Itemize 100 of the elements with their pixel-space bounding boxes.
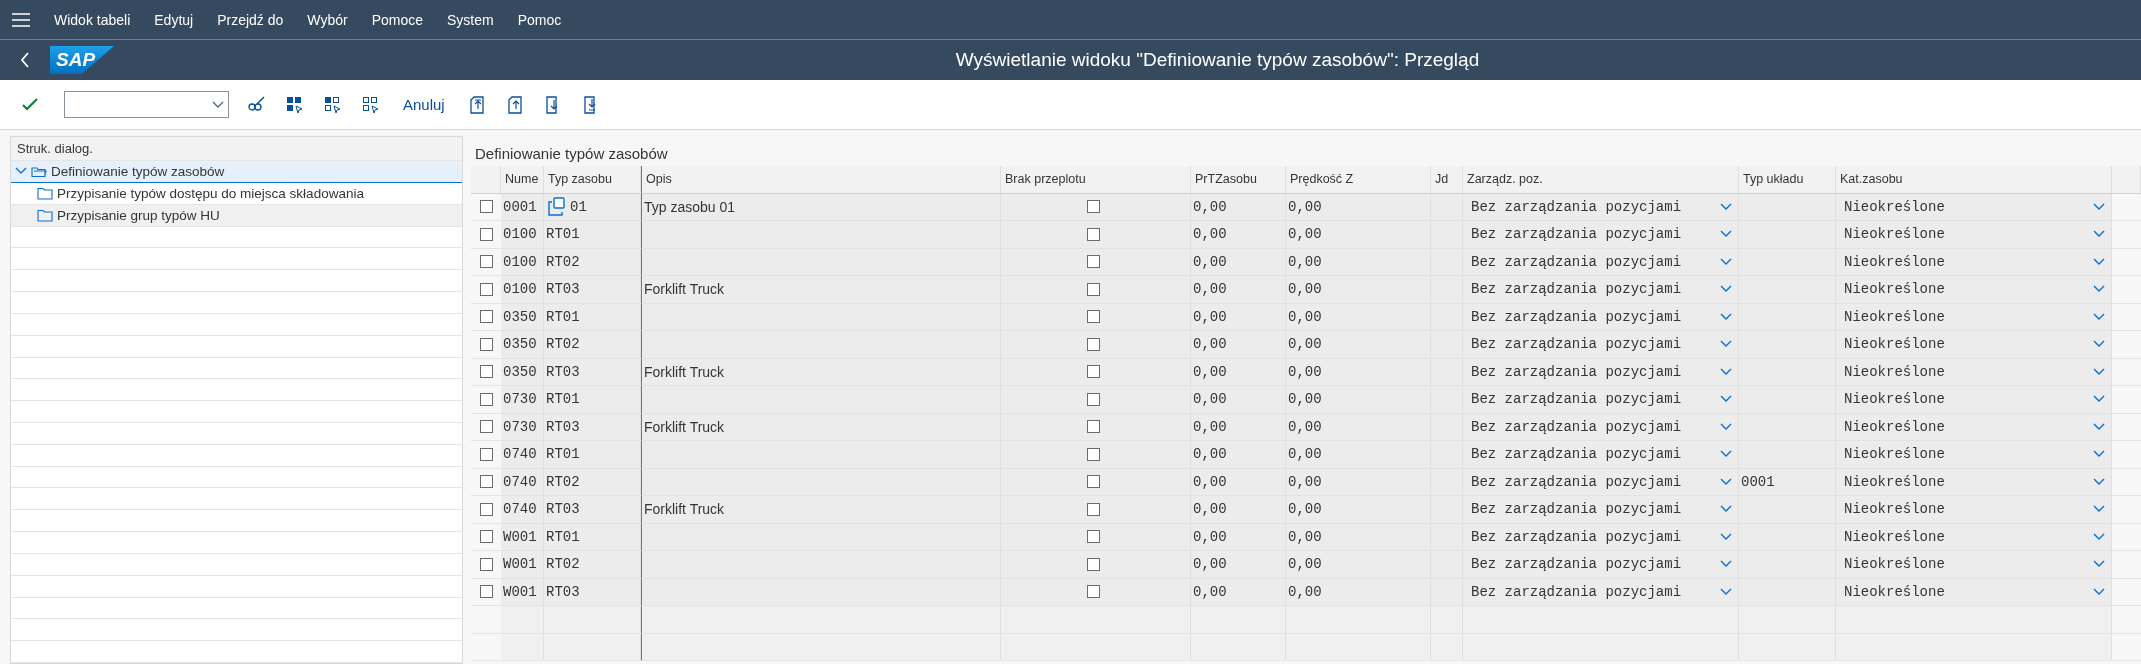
- dropdown-field[interactable]: Nieokreślone: [1836, 386, 2112, 414]
- menu-item[interactable]: Edytuj: [154, 11, 194, 28]
- dropdown-field[interactable]: Nieokreślone: [1836, 523, 2112, 551]
- row-checkbox[interactable]: [479, 530, 493, 544]
- dropdown-field[interactable]: Bez zarządzania pozycjami: [1463, 551, 1739, 579]
- column-header[interactable]: Opis: [641, 166, 1001, 194]
- checkbox[interactable]: [1087, 310, 1100, 324]
- dropdown-field[interactable]: Bez zarządzania pozycjami: [1463, 441, 1739, 469]
- menu-item[interactable]: Pomoce: [371, 11, 424, 28]
- dropdown-field[interactable]: Bez zarządzania pozycjami: [1463, 468, 1739, 496]
- dropdown-field[interactable]: Nieokreślone: [1836, 358, 2112, 386]
- chevron-down-icon[interactable]: [1720, 202, 1732, 211]
- checkbox[interactable]: [1087, 337, 1100, 351]
- dropdown-field[interactable]: Nieokreślone: [1836, 413, 2112, 441]
- chevron-down-icon[interactable]: [2093, 367, 2105, 376]
- copy-icon[interactable]: [546, 195, 568, 218]
- dropdown-field[interactable]: Nieokreślone: [1836, 551, 2112, 579]
- dropdown-field[interactable]: Bez zarządzania pozycjami: [1463, 358, 1739, 386]
- dropdown-field[interactable]: Nieokreślone: [1836, 248, 2112, 276]
- row-checkbox[interactable]: [479, 337, 493, 351]
- menu-item[interactable]: Pomoc: [517, 11, 562, 28]
- column-header[interactable]: Nume: [501, 166, 544, 194]
- row-checkbox[interactable]: [479, 200, 493, 214]
- checkbox[interactable]: [1087, 392, 1100, 406]
- row-checkbox[interactable]: [479, 447, 493, 461]
- row-checkbox[interactable]: [479, 557, 493, 571]
- row-checkbox[interactable]: [479, 255, 493, 269]
- row-checkbox[interactable]: [479, 282, 493, 296]
- dropdown-field[interactable]: Nieokreślone: [1836, 276, 2112, 304]
- dropdown-field[interactable]: Bez zarządzania pozycjami: [1463, 221, 1739, 249]
- checkbox[interactable]: [1087, 530, 1100, 544]
- checkbox[interactable]: [1087, 420, 1100, 434]
- chevron-down-icon[interactable]: [2093, 450, 2105, 459]
- chevron-down-icon[interactable]: [2093, 202, 2105, 211]
- dropdown-field[interactable]: Nieokreślone: [1836, 578, 2112, 606]
- chevron-down-icon[interactable]: [1720, 505, 1732, 514]
- column-header[interactable]: Jd: [1431, 166, 1463, 194]
- chevron-down-icon[interactable]: [2093, 560, 2105, 569]
- chevron-down-icon[interactable]: [2093, 395, 2105, 404]
- column-header[interactable]: Brak przeplotu: [1001, 166, 1191, 194]
- dropdown-field[interactable]: Bez zarządzania pozycjami: [1463, 276, 1739, 304]
- dropdown-field[interactable]: Bez zarządzania pozycjami: [1463, 248, 1739, 276]
- chevron-down-icon[interactable]: [1720, 257, 1732, 266]
- cancel-button[interactable]: Anuluj: [399, 92, 449, 117]
- dropdown-field[interactable]: Nieokreślone: [1836, 303, 2112, 331]
- row-checkbox[interactable]: [479, 585, 493, 599]
- column-header[interactable]: Prędkość Z: [1286, 166, 1431, 194]
- dropdown-field[interactable]: Bez zarządzania pozycjami: [1463, 193, 1739, 221]
- dropdown-field[interactable]: Bez zarządzania pozycjami: [1463, 523, 1739, 551]
- column-header[interactable]: Typ układu: [1739, 166, 1836, 194]
- dropdown-field[interactable]: Bez zarządzania pozycjami: [1463, 331, 1739, 359]
- column-header[interactable]: Kat.zasobu: [1836, 166, 2112, 194]
- row-checkbox[interactable]: [479, 310, 493, 324]
- chevron-down-icon[interactable]: [2093, 285, 2105, 294]
- chevron-down-icon[interactable]: [2093, 340, 2105, 349]
- chevron-down-icon[interactable]: [1720, 395, 1732, 404]
- checkbox[interactable]: [1087, 557, 1100, 571]
- chevron-down-icon[interactable]: [1720, 477, 1732, 486]
- dropdown-field[interactable]: Bez zarządzania pozycjami: [1463, 413, 1739, 441]
- menu-item[interactable]: Widok tabeli: [54, 11, 131, 28]
- chevron-down-icon[interactable]: [1720, 340, 1732, 349]
- command-field[interactable]: [64, 91, 229, 118]
- row-checkbox[interactable]: [479, 392, 493, 406]
- row-checkbox[interactable]: [479, 502, 493, 516]
- menu-item[interactable]: Wybór: [307, 11, 348, 28]
- menu-item[interactable]: System: [447, 11, 494, 28]
- select-all-icon[interactable]: [285, 94, 305, 115]
- row-checkbox[interactable]: [479, 227, 493, 241]
- dropdown-field[interactable]: Nieokreślone: [1836, 441, 2112, 469]
- tree-item[interactable]: Definiowanie typów zasobów: [11, 161, 462, 183]
- chevron-down-icon[interactable]: [1720, 367, 1732, 376]
- checkbox[interactable]: [1087, 502, 1100, 516]
- chevron-down-icon[interactable]: [2093, 505, 2105, 514]
- checkbox[interactable]: [1087, 255, 1100, 269]
- dropdown-field[interactable]: Nieokreślone: [1836, 468, 2112, 496]
- checkbox[interactable]: [1087, 282, 1100, 296]
- checkbox[interactable]: [1087, 447, 1100, 461]
- column-header[interactable]: Typ zasobu: [544, 166, 641, 194]
- dropdown-field[interactable]: Nieokreślone: [1836, 221, 2112, 249]
- select-block-icon[interactable]: [323, 94, 343, 115]
- chevron-down-icon[interactable]: [1720, 285, 1732, 294]
- dropdown-field[interactable]: Nieokreślone: [1836, 193, 2112, 221]
- dropdown-field[interactable]: Bez zarządzania pozycjami: [1463, 303, 1739, 331]
- chevron-down-icon[interactable]: [2093, 532, 2105, 541]
- chevron-down-icon[interactable]: [2093, 312, 2105, 321]
- deselect-all-icon[interactable]: [361, 94, 381, 115]
- chevron-down-icon[interactable]: [1720, 587, 1732, 596]
- chevron-down-icon[interactable]: [2093, 587, 2105, 596]
- checkbox[interactable]: [1087, 365, 1100, 379]
- chevron-down-icon[interactable]: [2093, 257, 2105, 266]
- tree-item[interactable]: Przypisanie grup typów HU: [11, 204, 462, 227]
- column-header[interactable]: Zarządz. poz.: [1463, 166, 1739, 194]
- row-checkbox[interactable]: [479, 420, 493, 434]
- row-checkbox[interactable]: [479, 475, 493, 489]
- dropdown-field[interactable]: Bez zarządzania pozycjami: [1463, 496, 1739, 524]
- checkbox[interactable]: [1087, 585, 1100, 599]
- chevron-down-icon[interactable]: [1720, 312, 1732, 321]
- chevron-down-icon[interactable]: [2093, 477, 2105, 486]
- chevron-down-icon[interactable]: [1720, 422, 1732, 431]
- dropdown-field[interactable]: Bez zarządzania pozycjami: [1463, 578, 1739, 606]
